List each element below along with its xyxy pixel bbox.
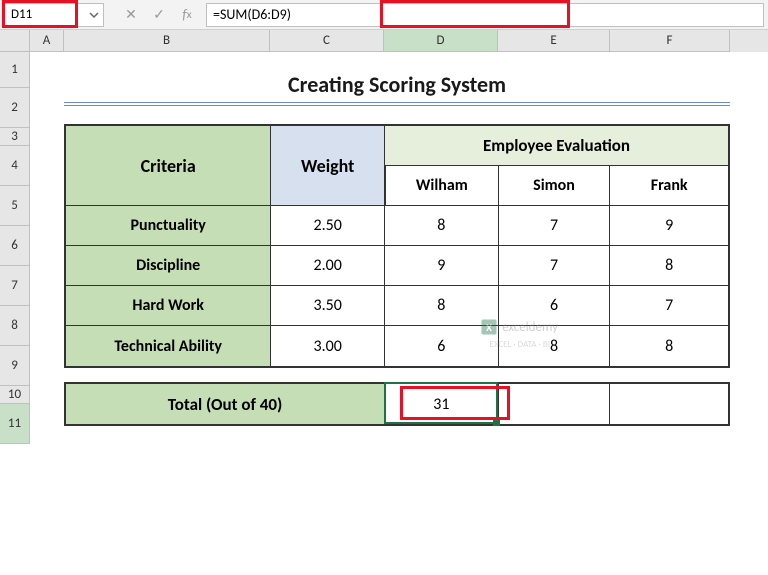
total-f[interactable] [610, 384, 728, 424]
formula-bar-buttons: ✕ ✓ fx [120, 4, 198, 26]
total-label: Total (Out of 40) [66, 384, 385, 424]
cell[interactable]: 3.00 [271, 326, 385, 366]
row-header-10[interactable]: 10 [0, 386, 30, 404]
formula-bar: D11 ✕ ✓ fx =SUM(D6:D9) [0, 0, 768, 30]
col-header-f[interactable]: F [610, 30, 730, 52]
row-header-8[interactable]: 8 [0, 306, 30, 346]
total-table: Total (Out of 40) 31 [64, 382, 730, 426]
col-header-d[interactable]: D [384, 30, 498, 52]
cell[interactable]: 9 [610, 206, 728, 246]
row-header-9[interactable]: 9 [0, 346, 30, 386]
fx-icon[interactable]: fx [176, 4, 198, 26]
row-header-3[interactable]: 3 [0, 128, 30, 146]
total-e[interactable] [499, 384, 611, 424]
watermark-sub: EXCEL · DATA · BI [490, 339, 550, 350]
name-box-value: D11 [11, 7, 32, 22]
worksheet: A B C D E F 1 2 3 4 5 6 7 8 9 10 11 Crea… [0, 30, 768, 444]
col-header-c[interactable]: C [270, 30, 384, 52]
cell[interactable]: 7 [610, 286, 728, 326]
header-evaluation: Employee Evaluation [385, 126, 728, 166]
formula-text: =SUM(D6:D9) [213, 6, 291, 23]
col-header-a[interactable]: A [30, 30, 64, 52]
row-label: Technical Ability [66, 326, 271, 366]
cell[interactable]: 2.50 [271, 206, 385, 246]
cell[interactable]: 3.50 [271, 286, 385, 326]
cancel-icon[interactable]: ✕ [120, 4, 142, 26]
header-emp1: Wilham [385, 166, 499, 206]
header-emp3: Frank [610, 166, 728, 206]
row-header-5[interactable]: 5 [0, 186, 30, 226]
cell[interactable]: 7 [499, 206, 611, 246]
cell[interactable]: 9 [385, 246, 499, 286]
row-label: Discipline [66, 246, 271, 286]
cell[interactable]: 2.00 [271, 246, 385, 286]
cell[interactable]: 7 [499, 246, 611, 286]
col-header-b[interactable]: B [64, 30, 270, 52]
name-box[interactable]: D11 [4, 3, 104, 27]
formula-input[interactable]: =SUM(D6:D9) [206, 3, 764, 27]
page-title: Creating Scoring System [64, 66, 730, 106]
col-header-e[interactable]: E [498, 30, 610, 52]
row-header-7[interactable]: 7 [0, 266, 30, 306]
row-header-2[interactable]: 2 [0, 88, 30, 128]
watermark: X exceldemy [480, 318, 558, 336]
row-header-1[interactable]: 1 [0, 52, 30, 88]
select-all-corner[interactable] [0, 30, 30, 52]
row-label: Punctuality [66, 206, 271, 246]
data-table: Criteria Weight Employee Evaluation Wilh… [64, 124, 730, 368]
enter-icon[interactable]: ✓ [148, 4, 170, 26]
column-headers: A B C D E F [0, 30, 768, 52]
row-header-4[interactable]: 4 [0, 146, 30, 186]
svg-text:X: X [486, 321, 492, 334]
cell[interactable]: 8 [610, 246, 728, 286]
cell[interactable]: 8 [610, 326, 728, 366]
chevron-down-icon[interactable] [87, 8, 101, 22]
row-header-11[interactable]: 11 [0, 404, 30, 444]
row-label: Hard Work [66, 286, 271, 326]
total-d[interactable]: 31 [385, 384, 499, 424]
cell[interactable]: 8 [385, 206, 499, 246]
header-emp2: Simon [499, 166, 611, 206]
watermark-text: exceldemy [502, 320, 558, 335]
row-header-6[interactable]: 6 [0, 226, 30, 266]
